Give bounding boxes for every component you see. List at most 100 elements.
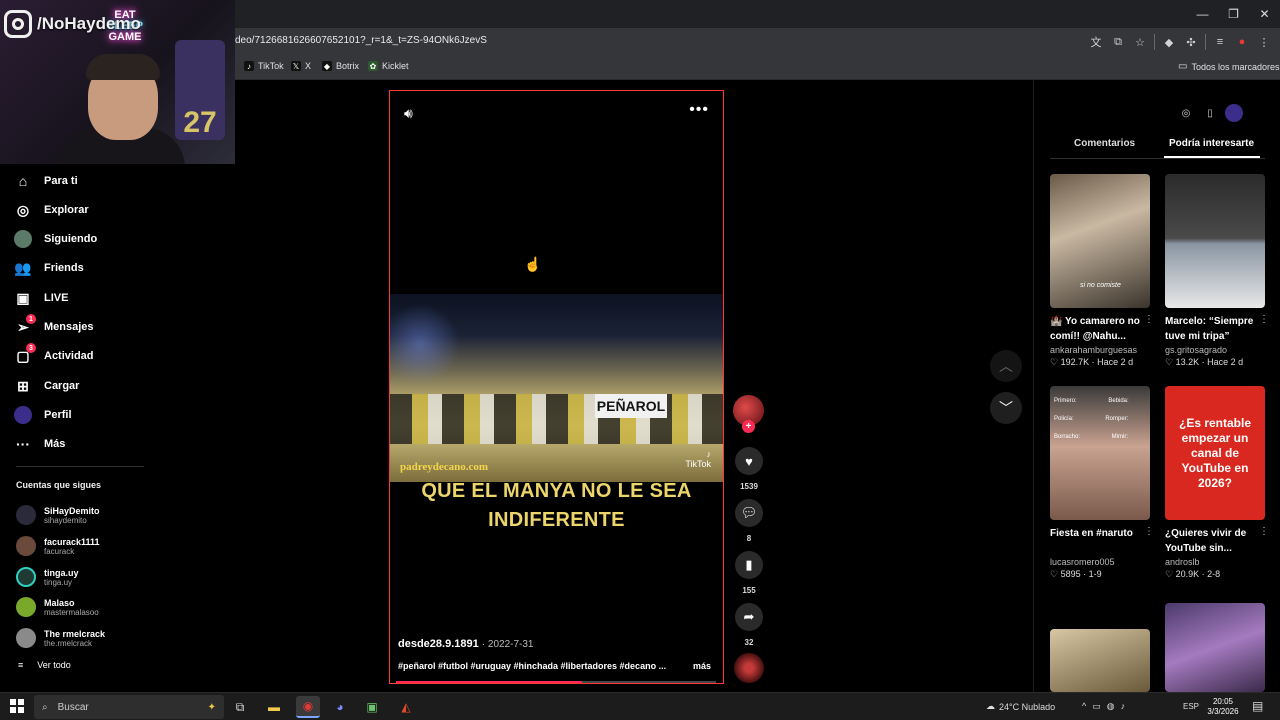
following-item[interactable]: SiHayDemito sihaydemito <box>16 503 100 527</box>
see-all-link[interactable]: ≡ Ver todo <box>18 660 71 670</box>
video-progress-bar[interactable] <box>396 681 716 683</box>
streaming-app-icon[interactable]: ▣ <box>360 696 384 718</box>
nav-cargar[interactable]: ⊞ Cargar <box>14 376 79 396</box>
card-title[interactable]: Marcelo: “Siempre tuve mi tripa” <box>1165 314 1265 344</box>
weather-widget[interactable]: ☁ 24°C Nublado <box>986 701 1055 712</box>
search-placeholder: Buscar <box>57 701 89 713</box>
card-more-icon[interactable]: ⋮ <box>1259 314 1269 325</box>
card-title[interactable]: ¿Quieres vivir de YouTube sin... <box>1165 526 1265 556</box>
suggested-video-card[interactable] <box>1165 603 1265 692</box>
video-player[interactable]: 🔊︎ ••• PEÑAROL padreydecano.com ♪ TikTok … <box>389 90 724 684</box>
nav-live[interactable]: ▣ LIVE <box>14 288 68 308</box>
video-thumbnail[interactable]: Primero: Bebida: Policía: Romper: Borrac… <box>1050 386 1150 520</box>
card-user[interactable]: androslb <box>1165 557 1265 567</box>
following-item[interactable]: The rmelcrack the.rmelcrack <box>16 626 105 650</box>
account-avatar[interactable] <box>1225 104 1243 122</box>
nav-siguiendo[interactable]: Siguiendo <box>14 229 97 249</box>
video-thumbnail[interactable] <box>1165 603 1265 692</box>
previous-video-button[interactable]: ︿ <box>990 350 1022 382</box>
card-user[interactable]: lucasromero005 <box>1050 557 1150 567</box>
following-handle: the.rmelcrack <box>44 638 93 648</box>
nav-explorar[interactable]: ◎ Explorar <box>14 200 89 220</box>
chrome-icon[interactable]: ◉ <box>296 696 320 718</box>
video-thumbnail[interactable] <box>1165 174 1265 308</box>
tray-icons[interactable]: ^▭◍♪ <box>1082 701 1131 712</box>
address-bar[interactable]: deo/7126681626607652101?_r=1&_t=ZS-94ONk… <box>235 35 487 46</box>
volume-icon[interactable]: 🔊︎ <box>404 105 413 122</box>
restore-icon[interactable]: ❐ <box>1218 0 1249 28</box>
video-more-icon[interactable]: ••• <box>689 101 709 119</box>
follow-plus-icon[interactable]: + <box>742 420 755 433</box>
discord-icon[interactable]: ◕ <box>328 696 352 718</box>
mouse-cursor-icon: ☝ <box>524 256 542 272</box>
keyboard-language[interactable]: ESP <box>1183 702 1199 711</box>
compass-icon[interactable]: ◎ <box>1177 104 1195 122</box>
suggested-video-card[interactable]: si no comiste 🏰 Yo camarero no comí!! @N… <box>1050 174 1154 368</box>
card-more-icon[interactable]: ⋮ <box>1144 314 1154 325</box>
minimize-icon[interactable]: — <box>1187 0 1218 28</box>
see-all-label: Ver todo <box>37 660 71 670</box>
card-title[interactable]: 🏰 Yo camarero no comí!! @Nahu... <box>1050 314 1150 344</box>
music-disc-icon[interactable] <box>734 653 764 683</box>
author-name[interactable]: desde28.9.1891 <box>398 638 479 650</box>
more-link[interactable]: más <box>693 661 711 671</box>
nav-friends[interactable]: 👥 Friends <box>14 258 83 278</box>
home-icon: ⌂ <box>18 173 28 189</box>
card-more-icon[interactable]: ⋮ <box>1144 526 1154 537</box>
share-button[interactable]: ➦ <box>735 603 763 631</box>
video-thumbnail[interactable]: si no comiste <box>1050 174 1150 308</box>
cast-icon[interactable]: ⧉ <box>1110 32 1126 52</box>
suggested-video-card[interactable]: Marcelo: “Siempre tuve mi tripa” gs.grit… <box>1165 174 1269 368</box>
card-title[interactable]: Fiesta en #naruto <box>1050 526 1150 556</box>
streamer-hair <box>86 54 160 80</box>
bookmark-x[interactable]: 𝕏X <box>291 61 311 71</box>
video-hashtags[interactable]: #peñarol #futbol #uruguay #hinchada #lib… <box>398 661 688 671</box>
following-item[interactable]: facurack1111 facurack <box>16 534 100 558</box>
nav-perfil[interactable]: Perfil <box>14 405 72 425</box>
browser-menu-icon[interactable]: ⋮ <box>1256 32 1272 52</box>
suggested-video-card[interactable] <box>1050 629 1150 692</box>
extensions-puzzle-icon[interactable]: ✣ <box>1183 32 1199 52</box>
taskbar-search[interactable]: ⌕ Buscar ✦ <box>34 695 224 719</box>
profile-icon[interactable]: ● <box>1234 32 1250 52</box>
video-thumbnail[interactable] <box>1050 629 1150 692</box>
all-bookmarks[interactable]: ▭ Todos los marcadores <box>1178 61 1280 72</box>
bookmark-botrix[interactable]: ◆ Botrix <box>322 61 359 71</box>
comment-button[interactable]: 💬︎ <box>735 499 763 527</box>
following-name: tinga.uy <box>44 567 79 578</box>
tab-comentarios[interactable]: Comentarios <box>1074 138 1135 149</box>
suggested-video-card[interactable]: ¿Es rentable empezar un canal de YouTube… <box>1165 386 1269 580</box>
nav-mensajes[interactable]: ➢ 1 Mensajes <box>14 314 94 337</box>
close-icon[interactable]: ✕ <box>1249 0 1280 28</box>
app-icon[interactable]: ◭ <box>394 696 418 718</box>
video-thumbnail[interactable]: ¿Es rentable empezar un canal de YouTube… <box>1165 386 1265 520</box>
task-view-icon[interactable]: ⧉ <box>228 696 252 718</box>
nav-para-ti[interactable]: ⌂ Para ti <box>14 171 78 191</box>
nav-actividad[interactable]: ▢ 3 Actividad <box>14 343 94 366</box>
bookmark-tiktok[interactable]: ♪ TikTok <box>244 61 284 71</box>
following-item[interactable]: tinga.uy tinga.uy <box>16 565 79 589</box>
card-more-icon[interactable]: ⋮ <box>1259 526 1269 537</box>
extension-diamond-icon[interactable]: ◆ <box>1161 32 1177 52</box>
video-author[interactable]: desde28.9.1891 · 2022-7-31 <box>398 638 534 650</box>
windows-taskbar: ⌕ Buscar ✦ ⧉ ▬ ◉ ◕ ▣ ◭ ☁ 24°C Nublado ^▭◍♪ … <box>0 692 1280 720</box>
tab-podria-interesarte[interactable]: Podría interesarte <box>1169 138 1254 149</box>
nav-mas[interactable]: ··· Más <box>14 434 65 454</box>
file-explorer-icon[interactable]: ▬ <box>262 696 286 718</box>
bookmark-kicklet[interactable]: ✿ Kicklet <box>368 61 409 71</box>
windows-start-icon[interactable] <box>10 699 24 713</box>
save-button[interactable]: ▮ <box>735 551 763 579</box>
media-control-icon[interactable]: ≡ <box>1212 32 1228 52</box>
next-video-button[interactable]: ﹀ <box>990 392 1022 424</box>
taskbar-clock[interactable]: 20:05 3/3/2026 <box>1205 697 1241 717</box>
following-item[interactable]: Malaso mastermalasoo <box>16 595 99 619</box>
bookmark-star-icon[interactable]: ☆ <box>1132 32 1148 52</box>
window-controls: — ❐ ✕ <box>1187 0 1280 28</box>
suggested-video-card[interactable]: Primero: Bebida: Policía: Romper: Borrac… <box>1050 386 1154 580</box>
card-user[interactable]: gs.gritosagrado <box>1165 345 1265 355</box>
phone-icon[interactable]: ▯ <box>1201 104 1219 122</box>
translate-icon[interactable]: 文 <box>1088 32 1104 52</box>
card-user[interactable]: ankarahamburguesas <box>1050 345 1150 355</box>
like-button[interactable]: ♥ <box>735 447 763 475</box>
notifications-icon[interactable]: ▤ <box>1252 699 1263 713</box>
